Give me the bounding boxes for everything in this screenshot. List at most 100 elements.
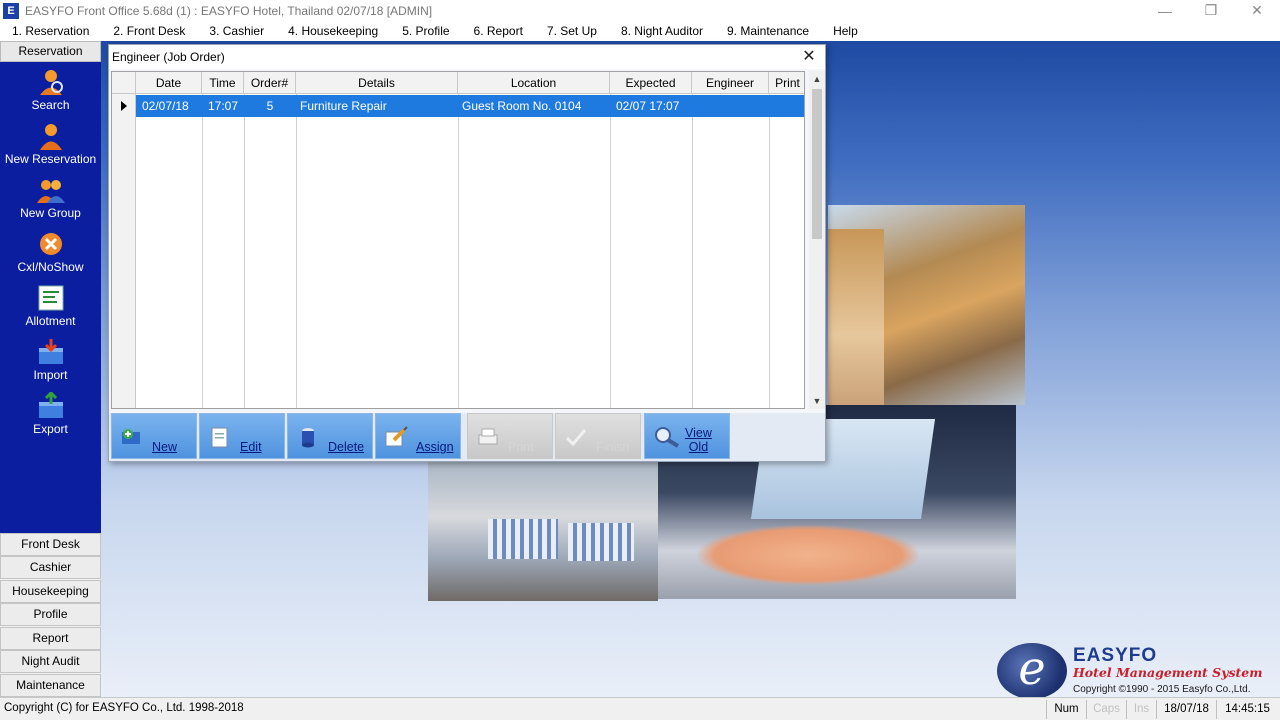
grid-corner	[112, 72, 136, 94]
cell-order: 5	[266, 99, 274, 113]
column-header-engineer[interactable]: Engineer	[692, 72, 769, 94]
job-order-grid: Date Time Order# Details Location Expect…	[111, 71, 805, 409]
sidebar-item-new-group[interactable]: New Group	[0, 176, 101, 230]
status-caps: Caps	[1086, 700, 1126, 719]
sidebar-profile[interactable]: Profile	[0, 603, 101, 626]
assign-icon	[384, 426, 408, 448]
logo-brand: EASYFO	[1073, 645, 1158, 666]
delete-button[interactable]: Delete	[287, 413, 373, 459]
sidebar-front-desk[interactable]: Front Desk	[0, 533, 101, 556]
column-header-location[interactable]: Location	[458, 72, 610, 94]
column-header-order[interactable]: Order#	[244, 72, 296, 94]
grid-header: Date Time Order# Details Location Expect…	[112, 72, 804, 94]
menu-night-auditor[interactable]: 8. Night Auditor	[609, 24, 715, 38]
dialog-title: Engineer (Job Order)	[112, 50, 225, 64]
scroll-down-icon[interactable]: ▼	[809, 393, 825, 409]
dialog-title-bar: Engineer (Job Order) ✕	[109, 45, 825, 69]
dialog-toolbar: New Edit Delete Assign Print Finish View…	[109, 413, 825, 461]
cell-engineer	[696, 95, 766, 117]
list-icon	[36, 284, 66, 312]
sidebar-item-label: Allotment	[25, 314, 76, 328]
logo-tagline: Hotel Management System	[1073, 665, 1263, 680]
export-icon	[36, 390, 66, 420]
menu-reservation[interactable]: 1. Reservation	[0, 24, 101, 38]
column-header-time[interactable]: Time	[202, 72, 244, 94]
sidebar-report[interactable]: Report	[0, 627, 101, 650]
view-old-button[interactable]: View Old	[644, 413, 730, 459]
status-num: Num	[1046, 700, 1086, 719]
hotel-room-photo	[428, 461, 658, 601]
menu-help[interactable]: Help	[821, 24, 870, 38]
menu-housekeeping[interactable]: 4. Housekeeping	[276, 24, 390, 38]
finish-button[interactable]: Finish	[555, 413, 641, 459]
status-bar: Copyright (C) for EASYFO Co., Ltd. 1998-…	[0, 697, 1280, 720]
sidebar-maintenance[interactable]: Maintenance	[0, 674, 101, 697]
search-person-icon	[36, 68, 66, 96]
close-icon[interactable]: ✕	[799, 47, 819, 67]
row-indicator-column	[112, 94, 136, 408]
column-header-expected[interactable]: Expected	[610, 72, 692, 94]
sidebar-item-export[interactable]: Export	[0, 390, 101, 446]
sidebar-item-label: New Group	[20, 206, 81, 220]
scroll-thumb[interactable]	[812, 89, 822, 239]
sidebar-item-label: Search	[31, 98, 70, 112]
column-header-print[interactable]: Print	[769, 72, 804, 94]
job-order-dialog: Engineer (Job Order) ✕ Date Time Order# …	[108, 44, 826, 462]
status-time: 14:45:15	[1216, 700, 1278, 719]
cancel-icon	[36, 230, 66, 258]
assign-button[interactable]: Assign	[375, 413, 461, 459]
cell-details: Furniture Repair	[300, 99, 387, 113]
edit-icon	[208, 426, 232, 448]
menu-profile[interactable]: 5. Profile	[390, 24, 461, 38]
view-icon	[653, 426, 680, 448]
group-icon	[36, 176, 66, 204]
column-header-date[interactable]: Date	[136, 72, 202, 94]
scroll-up-icon[interactable]: ▲	[809, 71, 825, 87]
sidebar-header-reservation[interactable]: Reservation	[0, 41, 101, 62]
cell-location: Guest Room No. 0104	[462, 99, 582, 113]
sidebar-item-label: New Reservation	[4, 152, 97, 166]
sidebar-item-import[interactable]: Import	[0, 338, 101, 392]
menu-setup[interactable]: 7. Set Up	[535, 24, 609, 38]
title-bar: E EASYFO Front Office 5.68d (1) : EASYFO…	[0, 0, 1280, 21]
sidebar-item-new-reservation[interactable]: New Reservation	[0, 122, 101, 176]
menu-maintenance[interactable]: 9. Maintenance	[715, 24, 821, 38]
sidebar-housekeeping[interactable]: Housekeeping	[0, 580, 101, 603]
print-button[interactable]: Print	[467, 413, 553, 459]
sidebar-item-cxl-noshow[interactable]: Cxl/NoShow	[0, 230, 101, 284]
delete-button-label: Delete	[328, 440, 365, 454]
sidebar-item-search[interactable]: Search	[0, 68, 101, 122]
sidebar-item-label: Export	[33, 422, 68, 436]
window-title: EASYFO Front Office 5.68d (1) : EASYFO H…	[25, 3, 433, 18]
menu-bar: 1. Reservation 2. Front Desk 3. Cashier …	[0, 21, 1280, 41]
restore-button[interactable]: ❐	[1188, 0, 1234, 21]
checkmark-icon	[564, 426, 588, 448]
new-icon	[120, 426, 144, 448]
easyfo-logo: e EASYFO Hotel Management System Copyrig…	[997, 643, 1277, 699]
sidebar: Reservation Search New Reservation New G…	[0, 41, 101, 697]
menu-report[interactable]: 6. Report	[462, 24, 535, 38]
menu-cashier[interactable]: 3. Cashier	[197, 24, 276, 38]
close-window-button[interactable]: ✕	[1234, 0, 1280, 21]
assign-button-label: Assign	[416, 440, 454, 454]
print-icon	[476, 426, 500, 448]
grid-vertical-scrollbar[interactable]: ▲ ▼	[809, 71, 825, 409]
minimize-button[interactable]: —	[1142, 0, 1188, 21]
new-button[interactable]: New	[111, 413, 197, 459]
table-row[interactable]: 02/07/18 17:07 5 Furniture Repair Guest …	[136, 95, 804, 117]
view-old-button-label: View Old	[685, 426, 712, 454]
logo-copyright: Copyright ©1990 - 2015 Easyfo Co.,Ltd.	[1073, 684, 1251, 695]
menu-front-desk[interactable]: 2. Front Desk	[101, 24, 197, 38]
app-icon: E	[3, 2, 19, 19]
sidebar-item-label: Cxl/NoShow	[17, 260, 84, 274]
status-copyright: Copyright (C) for EASYFO Co., Ltd. 1998-…	[4, 702, 244, 714]
sidebar-item-allotment[interactable]: Allotment	[0, 284, 101, 338]
import-icon	[36, 338, 66, 366]
person-icon	[36, 122, 66, 150]
edit-button[interactable]: Edit	[199, 413, 285, 459]
column-header-details[interactable]: Details	[296, 72, 458, 94]
sidebar-cashier[interactable]: Cashier	[0, 556, 101, 579]
hotel-lobby-photo	[828, 205, 1025, 405]
cell-date: 02/07/18	[142, 99, 189, 113]
sidebar-night-audit[interactable]: Night Audit	[0, 650, 101, 673]
